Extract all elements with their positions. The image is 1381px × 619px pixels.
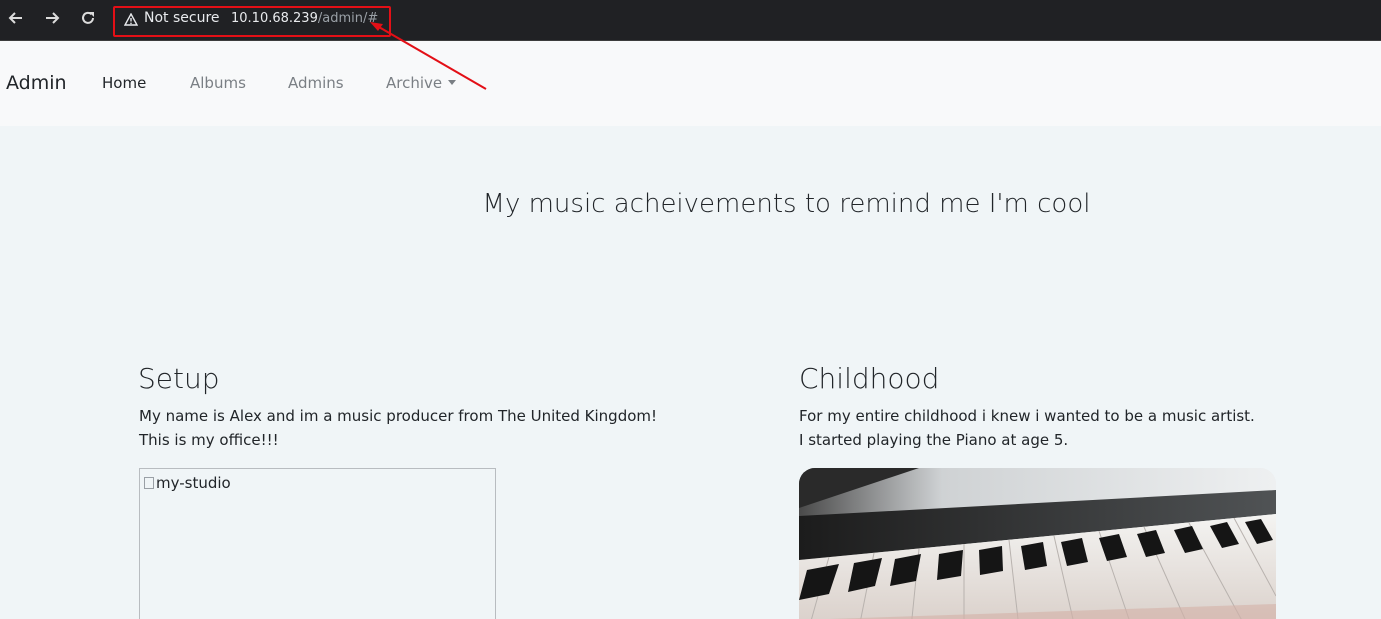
image-alt-text: my-studio xyxy=(156,474,231,492)
page-title: My music acheivements to remind me I'm c… xyxy=(482,189,1091,219)
nav-item-archive-label: Archive xyxy=(386,74,443,92)
setup-line-1: My name is Alex and im a music producer … xyxy=(139,407,658,425)
url-host: 10.10.68.239 xyxy=(231,11,318,26)
piano-image xyxy=(799,468,1276,619)
navbar-brand[interactable]: Admin xyxy=(6,72,67,94)
childhood-line-2: I started playing the Piano at age 5. xyxy=(799,431,1069,449)
broken-image-icon xyxy=(144,477,154,489)
back-arrow-icon[interactable] xyxy=(6,8,26,28)
site-navbar: Admin Home Albums Admins Archive xyxy=(0,41,1381,126)
url-path: /admin/# xyxy=(317,11,379,26)
browser-toolbar: Not secure 10.10.68.239/admin/# xyxy=(0,0,1381,41)
section-heading-setup: Setup xyxy=(138,362,220,395)
warning-triangle-icon xyxy=(123,12,139,30)
caret-down-icon xyxy=(448,80,457,85)
nav-item-admins[interactable]: Admins xyxy=(288,74,344,92)
security-indicator[interactable]: Not secure xyxy=(144,10,220,26)
studio-image-broken: my-studio xyxy=(139,468,496,619)
section-heading-childhood: Childhood xyxy=(799,362,940,395)
childhood-line-1: For my entire childhood i knew i wanted … xyxy=(799,407,1255,425)
piano-keys-illustration xyxy=(799,468,1276,619)
address-bar[interactable]: Not secure 10.10.68.239/admin/# xyxy=(113,6,391,37)
nav-item-archive[interactable]: Archive xyxy=(386,74,457,92)
nav-item-home[interactable]: Home xyxy=(102,74,146,92)
url-text[interactable]: 10.10.68.239/admin/# xyxy=(231,11,378,26)
forward-arrow-icon[interactable] xyxy=(42,8,62,28)
reload-icon[interactable] xyxy=(78,8,98,28)
setup-line-2: This is my office!!! xyxy=(139,431,279,449)
nav-item-albums[interactable]: Albums xyxy=(190,74,246,92)
